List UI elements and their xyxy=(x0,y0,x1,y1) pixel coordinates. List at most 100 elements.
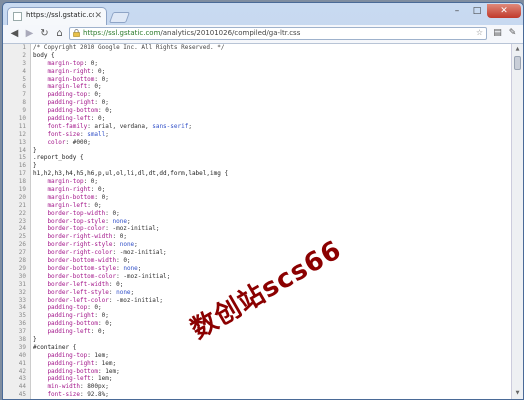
code-token: /* Copyright 2010 Google Inc. All Rights… xyxy=(33,44,225,51)
code-token: : 0; xyxy=(87,83,102,91)
code-line: 45 font-size: 92.8%; xyxy=(3,391,503,399)
code-listing: 1 /* Copyright 2010 Google Inc. All Right… xyxy=(3,44,503,399)
home-icon[interactable]: ⌂ xyxy=(53,27,66,40)
line-number: 7 xyxy=(22,91,26,99)
bookmark-star-icon[interactable]: ☆ xyxy=(476,28,483,37)
code-token: border-top-width xyxy=(33,209,106,217)
code-line: 15 .report_body { xyxy=(3,154,503,162)
code-token: } xyxy=(33,335,37,343)
code-line: 2 body { xyxy=(3,52,503,60)
line-number: 30 xyxy=(18,272,26,280)
minimize-button[interactable]: – xyxy=(447,4,467,18)
line-number: 41 xyxy=(18,359,26,367)
title-bar: https://ssl.gstatic.com/a... ✕ – □ ✕ xyxy=(3,3,523,25)
code-token: margin-bottom xyxy=(33,193,95,201)
code-token: : 0; xyxy=(94,75,109,83)
line-number: 10 xyxy=(18,115,26,123)
line-number: 5 xyxy=(22,75,26,83)
line-number: 1 xyxy=(22,44,26,51)
code-token: border-top-color xyxy=(33,225,106,233)
page-menu-icon[interactable]: ▤ xyxy=(491,27,504,40)
code-line: 26 border-right-style: none; xyxy=(3,241,503,249)
code-token: margin-left xyxy=(33,83,88,91)
line-number: 26 xyxy=(18,241,26,249)
navigation-toolbar: ◀ ▶ ↻ ⌂ https://ssl.gstatic.com/analytic… xyxy=(3,25,523,44)
scroll-up-arrow-icon[interactable]: ▲ xyxy=(513,45,522,54)
line-number: 21 xyxy=(18,201,26,209)
code-token: padding-right xyxy=(33,359,95,367)
code-line: 8 padding-right: 0; xyxy=(3,99,503,107)
code-text: padding-top: 0; xyxy=(33,304,102,312)
code-line: 17 h1,h2,h3,h4,h5,h6,p,ul,ol,li,dl,dt,dd,… xyxy=(3,170,503,178)
code-token: font-size xyxy=(33,391,80,399)
code-token: : 0; xyxy=(105,209,120,217)
code-text: min-width: 800px; xyxy=(33,383,108,391)
line-number: 11 xyxy=(18,122,26,130)
code-token: border-left-color xyxy=(33,296,109,304)
scrollbar-thumb[interactable] xyxy=(514,56,521,70)
code-token: : 0; xyxy=(94,193,109,201)
code-text: margin-right: 0; xyxy=(33,68,105,76)
code-token: border-right-color xyxy=(33,249,113,257)
scroll-down-arrow-icon[interactable]: ▼ xyxy=(513,389,522,398)
forward-arrow-icon[interactable]: ▶ xyxy=(23,27,36,40)
line-number: 23 xyxy=(18,217,26,225)
code-token: ; xyxy=(188,122,192,130)
reload-icon[interactable]: ↻ xyxy=(38,27,51,40)
code-token: : -moz-initial; xyxy=(108,296,164,304)
close-window-button[interactable]: ✕ xyxy=(487,4,521,18)
maximize-button[interactable]: □ xyxy=(467,4,487,18)
address-bar[interactable]: https://ssl.gstatic.com/analytics/201010… xyxy=(69,27,487,40)
code-token: small xyxy=(87,130,106,138)
code-token: padding-left xyxy=(33,115,91,123)
code-token: padding-top xyxy=(33,304,88,312)
code-text: font-size: small; xyxy=(33,130,109,139)
wrench-icon[interactable]: ✎ xyxy=(506,27,519,40)
code-token: padding-left xyxy=(33,375,91,383)
code-text: border-bottom-color: -moz-initial; xyxy=(33,273,170,281)
line-number: 33 xyxy=(18,296,26,304)
code-token: margin-right xyxy=(33,67,91,75)
code-token: none xyxy=(123,264,138,272)
line-number: 36 xyxy=(18,320,26,328)
browser-window: https://ssl.gstatic.com/a... ✕ – □ ✕ ◀ ▶… xyxy=(2,2,524,400)
code-token: padding-top xyxy=(33,91,88,99)
code-token: : 0; xyxy=(90,328,106,336)
code-line: 40 padding-top: 1em; xyxy=(3,352,503,360)
code-token: : -moz-initial; xyxy=(112,249,167,257)
line-number: 42 xyxy=(18,367,26,375)
code-text: margin-top: 0; xyxy=(33,60,98,68)
browser-tab[interactable]: https://ssl.gstatic.com/a... ✕ xyxy=(7,7,107,25)
code-token: h1,h2,h3,h4,h5,h6,p,ul,ol,li,dl,dt,dd,fo… xyxy=(33,170,229,178)
line-number: 2 xyxy=(22,51,26,59)
close-tab-icon[interactable]: ✕ xyxy=(94,10,102,22)
code-text: } xyxy=(33,336,37,344)
line-number: 25 xyxy=(18,233,26,241)
code-token: border-right-width xyxy=(33,233,113,241)
line-number: 38 xyxy=(18,335,26,343)
code-token: none xyxy=(112,217,127,225)
code-text: padding-right: 1em; xyxy=(33,360,116,368)
code-line: 43 padding-left: 1em; xyxy=(3,375,503,383)
code-token: : 1em; xyxy=(98,367,120,375)
code-token: : 1em; xyxy=(90,375,113,383)
code-token: : 0; xyxy=(87,304,102,312)
code-token: : 0; xyxy=(90,67,106,75)
code-text: margin-right: 0; xyxy=(33,186,105,194)
code-text: .report_body { xyxy=(33,154,84,162)
code-text: padding-top: 0; xyxy=(33,91,101,99)
code-text: padding-left: 0; xyxy=(33,115,105,123)
code-token: ; xyxy=(105,130,109,138)
code-token: .report_body { xyxy=(33,154,84,162)
code-token: border-left-width xyxy=(33,280,109,288)
code-text: padding-bottom: 0; xyxy=(33,107,112,115)
code-token: : #000; xyxy=(65,138,91,146)
back-arrow-icon[interactable]: ◀ xyxy=(8,27,21,40)
vertical-scrollbar[interactable]: ▲ ▼ xyxy=(511,44,523,399)
code-text: margin-top: 0; xyxy=(33,178,98,186)
code-text: border-right-style: none; xyxy=(33,241,137,249)
new-tab-button[interactable] xyxy=(108,12,131,23)
line-number: 40 xyxy=(18,351,26,359)
line-number: 29 xyxy=(18,264,26,272)
line-number: 18 xyxy=(18,178,26,186)
